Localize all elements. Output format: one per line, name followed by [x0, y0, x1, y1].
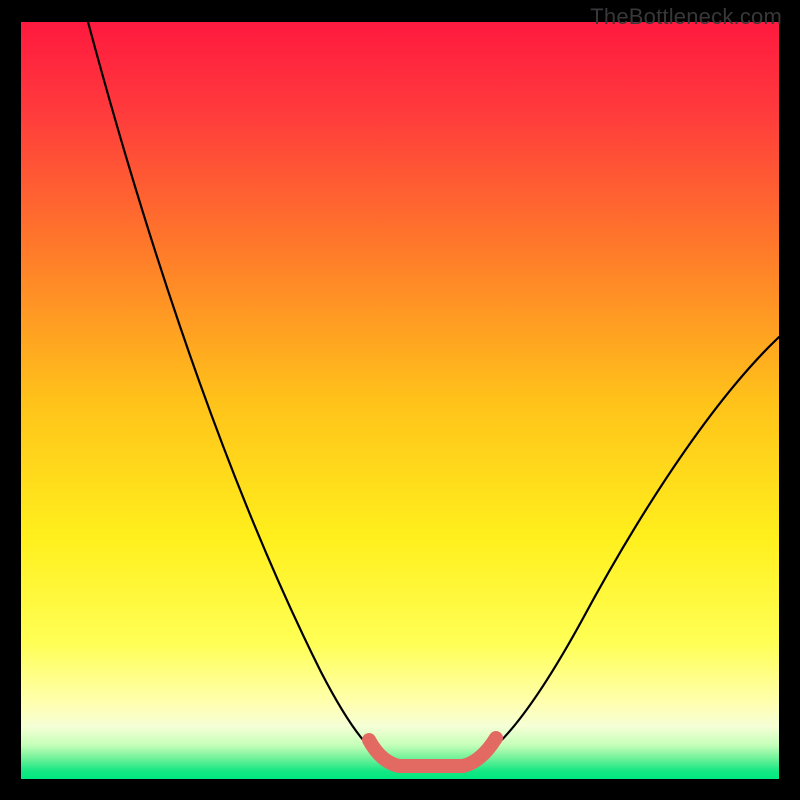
plot-area: [21, 22, 779, 779]
watermark-text: TheBottleneck.com: [590, 4, 782, 30]
gradient-background: [21, 22, 779, 779]
chart-svg: [21, 22, 779, 779]
chart-stage: TheBottleneck.com: [0, 0, 800, 800]
